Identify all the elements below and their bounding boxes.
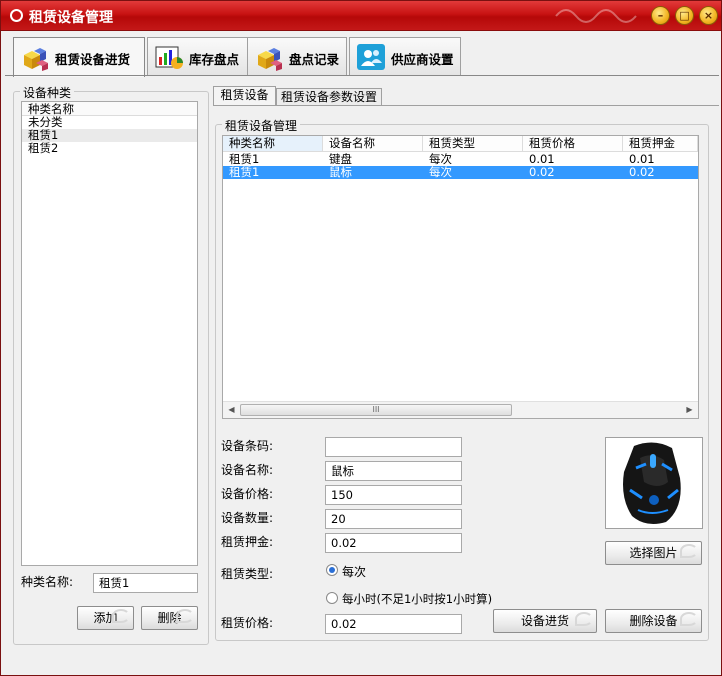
scroll-thumb[interactable]: III bbox=[240, 404, 512, 416]
delete-category-button[interactable]: 删除 bbox=[141, 606, 198, 630]
device-price-input[interactable]: 150 bbox=[325, 485, 462, 505]
table-cell: 0.02 bbox=[529, 165, 555, 179]
tab-check-records[interactable]: 盘点记录 bbox=[247, 37, 347, 75]
mouse-icon bbox=[623, 442, 681, 524]
list-item[interactable]: 租赁2 bbox=[22, 142, 197, 155]
chart-icon bbox=[155, 46, 183, 69]
horizontal-scrollbar[interactable]: ◀ III ▶ bbox=[223, 401, 698, 418]
table-row[interactable]: 租赁1 键盘 每次 0.01 0.01 bbox=[223, 153, 698, 166]
deposit-label: 租赁押金: bbox=[221, 535, 274, 549]
table-row[interactable]: 租赁1 鼠标 每次 0.02 0.02 bbox=[223, 166, 698, 179]
table-cell: 租赁1 bbox=[229, 165, 260, 179]
stock-in-button[interactable]: 设备进货 bbox=[493, 609, 597, 633]
category-name-label: 种类名称: bbox=[21, 575, 74, 589]
choose-image-button[interactable]: 选择图片 bbox=[605, 541, 702, 565]
colored-cubes-icon bbox=[258, 48, 282, 71]
device-name-input[interactable]: 鼠标 bbox=[325, 461, 462, 481]
window-title: 租赁设备管理 bbox=[29, 10, 113, 26]
delete-device-button[interactable]: 删除设备 bbox=[605, 609, 702, 633]
tab-label: 库存盘点 bbox=[189, 52, 240, 67]
column-header[interactable]: 租赁价格 bbox=[523, 136, 623, 152]
app-icon bbox=[10, 9, 23, 22]
scroll-left-icon[interactable]: ◀ bbox=[223, 402, 240, 418]
device-qty-label: 设备数量: bbox=[221, 511, 274, 525]
barcode-input[interactable] bbox=[325, 437, 462, 457]
colored-cubes-icon bbox=[24, 48, 48, 71]
column-header[interactable]: 种类名称 bbox=[223, 136, 323, 152]
device-image bbox=[605, 437, 703, 529]
device-group-title: 租赁设备管理 bbox=[222, 117, 301, 134]
tab-rental-stock-in[interactable]: 租赁设备进货 bbox=[13, 37, 145, 77]
category-list-header[interactable]: 种类名称 bbox=[22, 102, 197, 116]
add-category-button[interactable]: 添加 bbox=[77, 606, 134, 630]
per-time-label[interactable]: 每次 bbox=[342, 563, 366, 580]
column-header[interactable]: 设备名称 bbox=[323, 136, 423, 152]
tab-label: 租赁设备进货 bbox=[55, 52, 131, 67]
column-header[interactable]: 租赁押金 bbox=[623, 136, 698, 152]
per-hour-label[interactable]: 每小时(不足1小时按1小时算) bbox=[342, 591, 492, 607]
tab-label: 供应商设置 bbox=[391, 52, 454, 67]
barcode-label: 设备条码: bbox=[221, 439, 274, 453]
table-cell: 0.02 bbox=[629, 165, 655, 179]
tab-supplier-settings[interactable]: 供应商设置 bbox=[349, 37, 461, 75]
category-list[interactable]: 种类名称 未分类 租赁1 租赁2 bbox=[21, 101, 198, 566]
close-button[interactable]: × bbox=[699, 6, 718, 25]
deposit-input[interactable]: 0.02 bbox=[325, 533, 462, 553]
minimize-button[interactable]: – bbox=[651, 6, 670, 25]
rent-price-input[interactable]: 0.02 bbox=[325, 614, 462, 634]
column-header[interactable]: 租赁类型 bbox=[423, 136, 523, 152]
per-hour-radio[interactable] bbox=[326, 592, 338, 604]
table-cell: 每次 bbox=[429, 165, 452, 179]
maximize-button[interactable]: □ bbox=[675, 6, 694, 25]
device-qty-input[interactable]: 20 bbox=[325, 509, 462, 529]
category-group-title: 设备种类 bbox=[20, 84, 75, 101]
main-window: 租赁设备管理 – □ × 租赁设备进货 库存盘点 盘点记录 供应商设置 设备种类… bbox=[0, 0, 722, 676]
subtab-device-params[interactable]: 租赁设备参数设置 bbox=[276, 88, 382, 106]
subtab-rental-device[interactable]: 租赁设备 bbox=[213, 86, 276, 106]
per-time-radio[interactable] bbox=[326, 564, 338, 576]
tab-label: 盘点记录 bbox=[289, 52, 340, 67]
list-header: 种类名称 设备名称 租赁类型 租赁价格 租赁押金 bbox=[223, 136, 698, 152]
rent-price-label: 租赁价格: bbox=[221, 616, 274, 630]
device-price-label: 设备价格: bbox=[221, 487, 274, 501]
users-icon bbox=[357, 44, 385, 70]
main-tabs: 租赁设备进货 库存盘点 盘点记录 供应商设置 bbox=[13, 37, 713, 77]
rental-type-label: 租赁类型: bbox=[221, 567, 274, 581]
tab-inventory-check[interactable]: 库存盘点 bbox=[147, 37, 255, 75]
title-ornament-icon bbox=[555, 9, 637, 23]
device-list-view[interactable]: 种类名称 设备名称 租赁类型 租赁价格 租赁押金 租赁1 键盘 每次 0.01 … bbox=[222, 135, 699, 419]
title-bar[interactable]: 租赁设备管理 – □ × bbox=[1, 1, 721, 31]
device-name-label: 设备名称: bbox=[221, 463, 274, 477]
category-name-input[interactable]: 租赁1 bbox=[93, 573, 198, 593]
table-cell: 鼠标 bbox=[329, 165, 352, 179]
scroll-right-icon[interactable]: ▶ bbox=[681, 402, 698, 418]
